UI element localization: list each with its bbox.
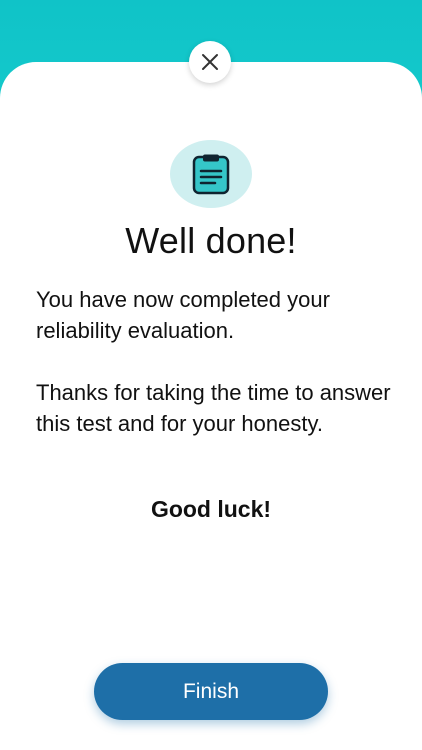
close-button[interactable] <box>189 41 231 83</box>
completion-message: You have now completed your reliability … <box>36 287 330 343</box>
close-icon <box>202 54 218 70</box>
good-luck-text: Good luck! <box>150 496 272 522</box>
finish-button[interactable]: Finish <box>94 663 328 720</box>
clipboard-icon <box>192 154 230 195</box>
page-title: Well done! <box>125 220 297 261</box>
clipboard-badge <box>170 140 252 208</box>
thanks-message: Thanks for taking the time to answer thi… <box>36 380 391 436</box>
